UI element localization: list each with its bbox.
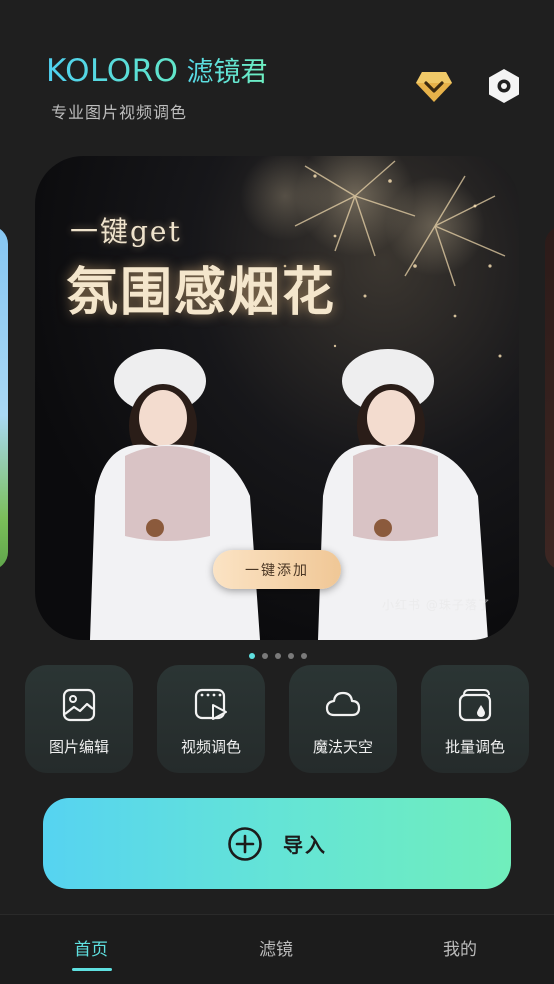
settings-hexagon-icon xyxy=(489,69,519,103)
nav-active-indicator xyxy=(72,968,112,971)
tool-magic-sky[interactable]: 魔法天空 xyxy=(289,665,397,773)
banner-watermark: 小红书 @珠子落了 xyxy=(382,598,491,612)
tool-label: 图片编辑 xyxy=(48,738,109,756)
carousel-dot[interactable] xyxy=(275,653,281,659)
settings-button[interactable] xyxy=(486,68,522,104)
banner-cta-button[interactable]: 一键添加 xyxy=(213,550,341,589)
tool-video-color[interactable]: 视频调色 xyxy=(157,665,265,773)
import-button[interactable]: 导入 xyxy=(43,798,511,889)
nav-filters[interactable]: 滤镜 xyxy=(259,935,293,960)
carousel-dot[interactable] xyxy=(262,653,268,659)
carousel-dot[interactable] xyxy=(249,653,255,659)
carousel-prev-card[interactable] xyxy=(0,226,8,570)
tool-batch-color[interactable]: 批量调色 xyxy=(421,665,529,773)
nav-profile[interactable]: 我的 xyxy=(443,935,477,960)
carousel-dot[interactable] xyxy=(288,653,294,659)
tool-label: 魔法天空 xyxy=(312,738,373,756)
brand-name-en: KOLORO xyxy=(46,53,179,89)
tool-label: 视频调色 xyxy=(180,738,241,756)
cloud-icon xyxy=(325,691,361,717)
app-subtitle: 专业图片视频调色 xyxy=(51,103,188,122)
bottom-nav: 首页 滤镜 我的 xyxy=(0,914,554,984)
video-color-icon xyxy=(194,688,227,720)
tool-label: 批量调色 xyxy=(444,738,505,756)
carousel-next-card[interactable] xyxy=(545,226,554,570)
vip-diamond-icon xyxy=(416,72,452,102)
batch-color-icon xyxy=(458,689,492,722)
carousel-dot[interactable] xyxy=(301,653,307,659)
import-label: 导入 xyxy=(283,833,327,857)
vip-button[interactable] xyxy=(415,68,453,104)
nav-home[interactable]: 首页 xyxy=(74,935,108,960)
brand-name-cn: 滤镜君 xyxy=(187,50,268,89)
banner-headline: 氛围感烟花 xyxy=(66,262,337,323)
home-screen: KOLORO 滤镜君 专业图片视频调色 一键get 氛围感烟花 一键添加 小红书… xyxy=(0,0,554,984)
image-edit-icon xyxy=(62,688,96,722)
person-left xyxy=(90,349,260,640)
banner-kicker: 一键get xyxy=(70,215,182,248)
plus-circle-icon xyxy=(228,826,262,861)
tool-image-edit[interactable]: 图片编辑 xyxy=(25,665,133,773)
carousel-dots xyxy=(249,653,307,659)
app-brand: KOLORO 滤镜君 xyxy=(46,50,268,89)
